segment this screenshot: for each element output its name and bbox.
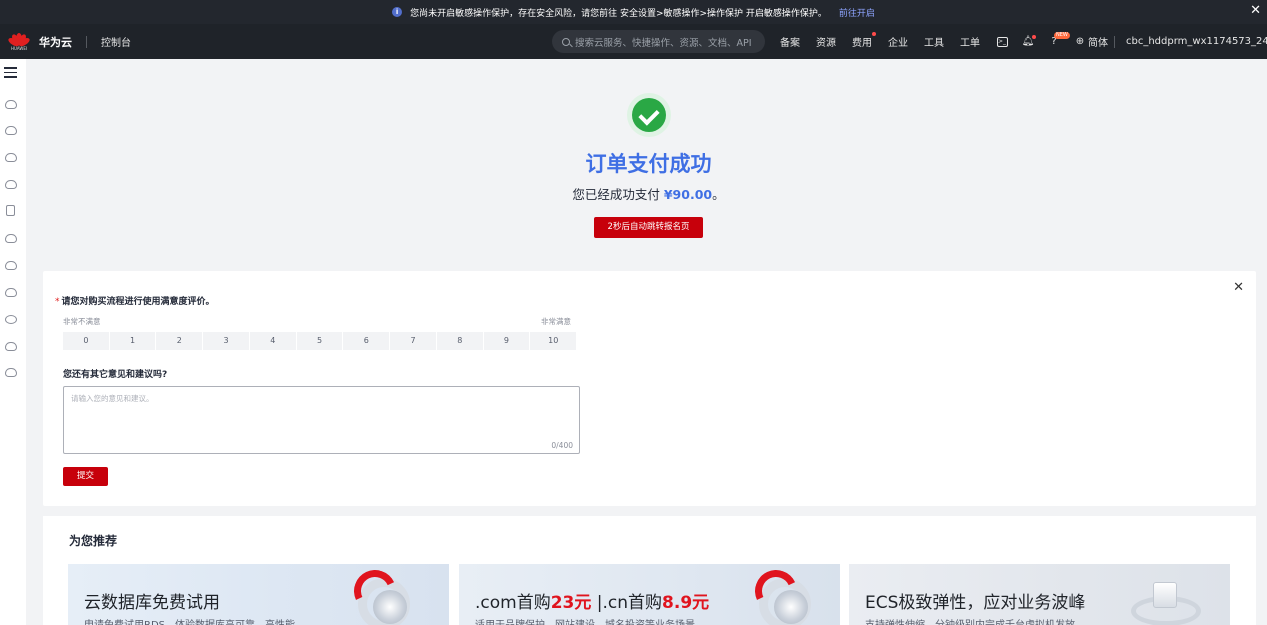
- left-service-rail: [0, 59, 26, 625]
- card-subtitle: 申请免费试用RDS，体验数据库高可靠、高性能: [84, 616, 295, 625]
- notice-enable-link[interactable]: 前往开启: [839, 6, 875, 19]
- cloud-network-icon[interactable]: [5, 342, 17, 351]
- disc-decoration-icon: [373, 590, 407, 624]
- order-success-title: 订单支付成功: [585, 152, 712, 176]
- cloud-service-icon[interactable]: [5, 100, 17, 109]
- cloud-service-icon[interactable]: [5, 234, 17, 243]
- search-placeholder: 搜索云服务、快捷操作、资源、文档、API: [575, 37, 752, 49]
- card-title: .com首购23元 |.cn首购8.9元: [475, 588, 709, 613]
- hamburger-menu-icon[interactable]: [4, 67, 17, 81]
- rating-option-7[interactable]: 7: [390, 332, 436, 350]
- rating-option-10[interactable]: 10: [530, 332, 577, 350]
- satisfaction-survey-card: ✕ * 请您对购买流程进行使用满意度评价。 非常不满意 非常满意 0 1 2 3 …: [43, 271, 1256, 506]
- help-icon[interactable]: ? NEW: [1048, 31, 1070, 48]
- user-account-menu[interactable]: cbc_hddprm_wx1174573_240319: [1126, 24, 1267, 59]
- globe-icon[interactable]: ⊕: [1074, 36, 1086, 48]
- submit-button[interactable]: 提交: [63, 467, 108, 486]
- top-nav-items: 备案 资源 费用 企业 工具 工单 >_ 🔔︎ ? NEW ⊕ 简体: [780, 24, 1124, 59]
- divider: [1114, 36, 1115, 48]
- brand-name[interactable]: 华为云: [39, 34, 72, 50]
- top-nav: HUAWEI 华为云 控制台 搜索云服务、快捷操作、资源、文档、API 备案 资…: [0, 24, 1267, 59]
- recommend-card-database[interactable]: 云数据库免费试用 申请免费试用RDS，体验数据库高可靠、高性能: [68, 564, 449, 625]
- huawei-logo-icon[interactable]: HUAWEI: [7, 31, 31, 53]
- paid-amount: ¥90.00: [663, 187, 713, 202]
- card-title: 云数据库免费试用: [84, 593, 220, 613]
- nav-item-resources[interactable]: 资源: [816, 34, 836, 49]
- language-switch[interactable]: 简体: [1088, 34, 1108, 49]
- success-check-icon: [627, 93, 671, 137]
- required-mark: *: [55, 297, 60, 307]
- divider: [86, 35, 87, 48]
- auto-redirect-button[interactable]: 2秒后自动跳转报名页: [594, 217, 703, 238]
- nav-item-billing-label: 费用: [852, 38, 872, 49]
- satisfaction-question: * 请您对购买流程进行使用满意度评价。: [55, 294, 215, 307]
- nav-item-tickets[interactable]: 工单: [960, 34, 980, 49]
- new-badge: NEW: [1054, 31, 1070, 39]
- scale-high-label: 非常满意: [541, 317, 571, 326]
- rating-option-0[interactable]: 0: [63, 332, 109, 350]
- feedback-placeholder: 请输入您的意见和建议。: [71, 394, 154, 403]
- nav-item-billing[interactable]: 费用: [852, 32, 876, 49]
- domain-cn-price: 8.9元: [662, 593, 710, 613]
- paid-suffix: 。: [712, 187, 725, 202]
- security-notice-bar: i 您尚未开启敏感操作保护，存在安全风险，请您前往 安全设置>敏感操作>操作保护…: [0, 0, 1267, 24]
- domain-com-price: 23元: [550, 593, 592, 613]
- cloud-service-icon[interactable]: [5, 126, 17, 135]
- notification-dot: [872, 32, 876, 36]
- char-counter: 0/400: [551, 441, 573, 450]
- feedback-question: 您还有其它意见和建议吗?: [63, 370, 168, 380]
- rating-option-2[interactable]: 2: [156, 332, 203, 350]
- rating-option-5[interactable]: 5: [296, 332, 343, 350]
- rating-option-8[interactable]: 8: [436, 332, 483, 350]
- card-subtitle: 适用于品牌保护、网站建设、城名投资等业务场景: [475, 616, 695, 625]
- document-icon[interactable]: [6, 205, 15, 216]
- logo-wordmark: HUAWEI: [10, 45, 28, 51]
- console-link[interactable]: 控制台: [101, 34, 131, 49]
- recommend-card-ecs[interactable]: ECS极致弹性，应对业务波峰 支持弹性伸缩，分钟级别内完成千台虚拟机发放: [849, 564, 1230, 625]
- recommendations-section: 为您推荐 云数据库免费试用 申请免费试用RDS，体验数据库高可靠、高性能 .co…: [43, 516, 1256, 625]
- rating-option-1[interactable]: 1: [109, 332, 156, 350]
- notice-text: 您尚未开启敏感操作保护，存在安全风险，请您前往 安全设置>敏感操作>操作保护 开…: [410, 8, 827, 19]
- feedback-textarea[interactable]: 请输入您的意见和建议。 0/400: [63, 386, 580, 454]
- nav-item-enterprise[interactable]: 企业: [888, 34, 908, 49]
- card-title: ECS极致弹性，应对业务波峰: [865, 593, 1086, 613]
- rating-option-9[interactable]: 9: [483, 332, 530, 350]
- server-illustration-icon: [1131, 576, 1201, 625]
- recommend-card-domain[interactable]: .com首购23元 |.cn首购8.9元 适用于品牌保护、网站建设、城名投资等业…: [459, 564, 840, 625]
- rating-option-6[interactable]: 6: [343, 332, 390, 350]
- domain-cn-label: |.cn首购: [591, 593, 663, 613]
- notice-close-icon[interactable]: ✕: [1250, 4, 1261, 18]
- terminal-icon[interactable]: >_: [996, 36, 1008, 48]
- domain-com-label: .com首购: [475, 593, 551, 613]
- nav-item-tools[interactable]: 工具: [924, 34, 944, 49]
- survey-close-icon[interactable]: ✕: [1233, 281, 1244, 295]
- disc-decoration-icon: [774, 590, 808, 624]
- cloud-service-icon[interactable]: [5, 261, 17, 270]
- anchor-icon[interactable]: [5, 288, 17, 297]
- global-search-input[interactable]: 搜索云服务、快捷操作、资源、文档、API: [552, 30, 765, 53]
- cloud-service-icon[interactable]: [5, 368, 17, 377]
- info-icon: i: [392, 7, 403, 17]
- search-icon: [562, 37, 570, 46]
- card-subtitle: 支持弹性伸缩，分钟级别内完成千台虚拟机发放: [865, 616, 1075, 625]
- satisfaction-question-text: 请您对购买流程进行使用满意度评价。: [61, 297, 215, 307]
- rating-option-4[interactable]: 4: [249, 332, 296, 350]
- scale-low-label: 非常不满意: [63, 317, 101, 326]
- nav-item-filing[interactable]: 备案: [780, 34, 800, 49]
- paid-prefix: 您已经成功支付: [572, 187, 664, 202]
- payment-confirmation: 您已经成功支付 ¥90.00。: [0, 184, 1267, 203]
- rating-option-3[interactable]: 3: [203, 332, 249, 350]
- rating-scale: 0 1 2 3 4 5 6 7 8 9 10: [63, 332, 577, 350]
- bell-dot: [1032, 34, 1036, 39]
- bell-icon[interactable]: 🔔︎: [1022, 34, 1036, 48]
- p-circle-icon[interactable]: [5, 315, 17, 324]
- recommendations-title: 为您推荐: [69, 534, 118, 548]
